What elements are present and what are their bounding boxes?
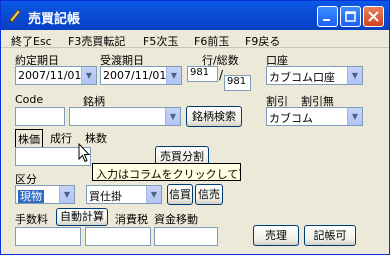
- broker-select[interactable]: カブコム ▼: [266, 107, 363, 126]
- menu-back[interactable]: F9戻る: [245, 33, 280, 49]
- minimize-icon: [323, 19, 330, 21]
- maximize-button[interactable]: [340, 6, 361, 27]
- bookable-button[interactable]: 記帳可: [304, 225, 356, 246]
- name-select[interactable]: ▼: [69, 107, 181, 126]
- trade-button[interactable]: 売理: [253, 225, 299, 246]
- auto-calc-button[interactable]: 自動計算: [56, 208, 108, 226]
- window-title: 売買記帳: [28, 12, 81, 27]
- chevron-down-icon[interactable]: ▼: [165, 108, 180, 125]
- mouse-pointer-icon: [78, 143, 90, 163]
- delivery-date-value: 2007/11/01: [103, 69, 167, 82]
- fund-transfer-input[interactable]: [154, 227, 218, 246]
- tab-unit-price[interactable]: 株価: [15, 129, 43, 149]
- slash-separator: /: [219, 68, 224, 82]
- close-icon: [368, 11, 379, 22]
- search-name-button[interactable]: 銘柄検索: [186, 106, 242, 127]
- total-input[interactable]: 981: [224, 75, 251, 91]
- chevron-down-icon[interactable]: ▼: [146, 186, 161, 203]
- menu-prev[interactable]: F6前玉: [194, 33, 229, 49]
- fund-transfer-label: 資金移動: [154, 213, 198, 226]
- contract-date-select[interactable]: 2007/11/01 ▼: [15, 66, 97, 85]
- account-select[interactable]: カブコム口座 ▼: [266, 66, 363, 85]
- broker-value: カブコム: [269, 112, 313, 125]
- close-button[interactable]: [363, 6, 384, 27]
- delivery-date-select[interactable]: 2007/11/01 ▼: [100, 66, 182, 85]
- minimize-button[interactable]: [317, 6, 338, 27]
- chevron-down-icon[interactable]: ▼: [59, 186, 74, 203]
- code-input[interactable]: [15, 107, 65, 126]
- credit-sell-button[interactable]: 信売: [195, 184, 223, 205]
- trade-type-value: 買仕掛: [89, 190, 122, 203]
- chevron-down-icon[interactable]: ▼: [81, 67, 96, 84]
- chevron-down-icon[interactable]: ▼: [166, 67, 181, 84]
- category-value: 現物: [18, 190, 44, 203]
- trade-type-select[interactable]: 買仕掛 ▼: [86, 185, 162, 204]
- code-label: Code: [15, 93, 44, 106]
- category-select[interactable]: 現物 ▼: [15, 185, 75, 204]
- tax-label: 消費税: [115, 213, 148, 226]
- tooltip: 入力はコラムをクリックして下さい。: [92, 163, 241, 181]
- maximize-icon: [345, 11, 356, 22]
- chevron-down-icon[interactable]: ▼: [347, 67, 362, 84]
- tab-market-order[interactable]: 成行: [48, 129, 74, 147]
- main-window: 売買記帳 終了Esc F3売買転記 F5次玉 F6前玉 F9戻る 約定期日 受渡…: [0, 0, 390, 255]
- menu-bar: 終了Esc F3売買転記 F5次玉 F6前玉 F9戻る: [1, 30, 389, 48]
- account-value: カブコム口座: [269, 71, 335, 84]
- contract-date-value: 2007/11/01: [18, 69, 82, 82]
- row-input[interactable]: 981: [187, 66, 218, 82]
- menu-exit[interactable]: 終了Esc: [11, 33, 52, 49]
- menu-transfer[interactable]: F3売買転記: [68, 33, 125, 49]
- chevron-down-icon[interactable]: ▼: [347, 108, 362, 125]
- credit-buy-button[interactable]: 信買: [167, 184, 193, 205]
- menu-next[interactable]: F5次玉: [143, 33, 178, 49]
- fee-input[interactable]: [15, 227, 81, 246]
- fee-label: 手数料: [15, 213, 48, 226]
- app-icon: [9, 9, 21, 23]
- tax-input[interactable]: [85, 227, 151, 246]
- title-bar[interactable]: 売買記帳: [1, 1, 389, 30]
